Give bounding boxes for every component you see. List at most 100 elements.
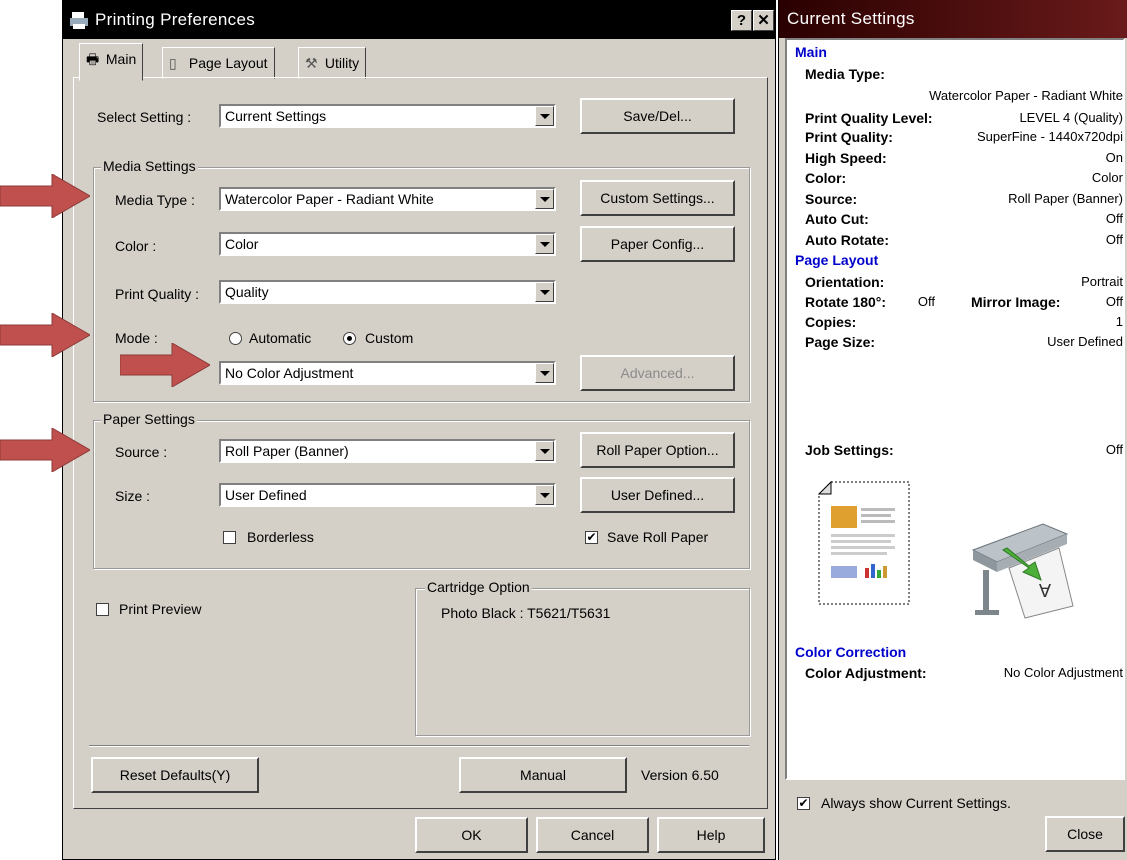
current-settings-window: Current Settings Main Media Type: Waterc… xyxy=(778,0,1127,860)
advanced-button[interactable]: Advanced... xyxy=(580,355,735,391)
wrench-icon: ⚒ xyxy=(305,55,318,71)
red-arrow-icon xyxy=(0,313,90,357)
select-setting-value: Current Settings xyxy=(225,108,327,124)
media-type-label: Media Type : xyxy=(115,192,195,208)
color-adjustment-dropdown[interactable]: No Color Adjustment xyxy=(219,361,556,385)
size-label: Size : xyxy=(115,488,151,504)
current-settings-title-bar[interactable]: Current Settings xyxy=(779,0,1127,38)
save-del-button[interactable]: Save/Del... xyxy=(580,98,735,134)
save-roll-paper-label[interactable]: Save Roll Paper xyxy=(607,529,708,545)
orientation-val: Portrait xyxy=(1081,274,1123,289)
media-type-key: Media Type: xyxy=(805,66,885,82)
help-button[interactable]: Help xyxy=(657,817,765,853)
color-dropdown[interactable]: Color xyxy=(219,232,556,256)
color-adjustment-val: No Color Adjustment xyxy=(1003,665,1123,680)
source-label: Source : xyxy=(115,444,168,460)
high-speed-key: High Speed: xyxy=(805,150,887,166)
job-settings-val: Off xyxy=(1105,442,1123,457)
current-settings-title: Current Settings xyxy=(787,9,915,28)
close-button[interactable]: Close xyxy=(1045,816,1125,852)
save-roll-paper-checkbox[interactable]: ✔ xyxy=(585,531,598,544)
paper-config-button[interactable]: Paper Config... xyxy=(580,226,735,262)
window-title: Printing Preferences xyxy=(95,10,256,29)
rotate-val: Off xyxy=(917,294,935,309)
reset-defaults-button[interactable]: Reset Defaults(Y) xyxy=(91,757,259,793)
chevron-down-icon[interactable] xyxy=(535,189,554,209)
tab-main-label: Main xyxy=(105,51,137,67)
help-title-button[interactable]: ? xyxy=(731,10,752,31)
borderless-label[interactable]: Borderless xyxy=(247,529,314,545)
auto-rotate-key: Auto Rotate: xyxy=(805,232,889,248)
auto-cut-key: Auto Cut: xyxy=(805,211,869,227)
high-speed-val: On xyxy=(1105,150,1123,165)
media-settings-legend: Media Settings xyxy=(101,158,198,174)
size-value: User Defined xyxy=(225,487,307,503)
red-arrow-icon xyxy=(120,343,210,387)
source-value: Roll Paper (Banner) xyxy=(225,443,349,459)
print-preview-label[interactable]: Print Preview xyxy=(119,601,201,617)
color-adjustment-value: No Color Adjustment xyxy=(225,365,354,381)
always-show-label[interactable]: Always show Current Settings. xyxy=(821,795,1011,811)
tab-page-layout-label: Page Layout xyxy=(188,55,268,71)
color-adjustment-key: Color Adjustment: xyxy=(805,665,927,681)
mode-automatic-label[interactable]: Automatic xyxy=(249,330,311,346)
title-bar[interactable]: Printing Preferences ? ✕ xyxy=(63,1,775,39)
select-setting-label: Select Setting : xyxy=(97,109,192,125)
color-val: Color xyxy=(1091,170,1123,185)
ok-button[interactable]: OK xyxy=(415,817,528,853)
always-show-checkbox[interactable]: ✔ xyxy=(797,797,810,810)
tab-page-layout[interactable]: ▯ Page Layout xyxy=(162,47,275,79)
printer-icon xyxy=(70,12,88,29)
page-size-val: User Defined xyxy=(1047,334,1123,349)
print-quality-dropdown[interactable]: Quality xyxy=(219,280,556,304)
plotter-icon: A xyxy=(971,523,1074,619)
size-dropdown[interactable]: User Defined xyxy=(219,483,556,507)
print-quality-label: Print Quality : xyxy=(115,286,200,302)
select-setting-dropdown[interactable]: Current Settings xyxy=(219,104,556,128)
print-quality-value: Quality xyxy=(225,284,269,300)
borderless-checkbox[interactable] xyxy=(223,531,236,544)
cartridge-option-legend: Cartridge Option xyxy=(425,579,532,595)
mode-custom-label[interactable]: Custom xyxy=(365,330,413,346)
printer-tab-icon: 🖶 xyxy=(86,51,100,67)
main-section-header: Main xyxy=(795,44,827,60)
pq-val: SuperFine - 1440x720dpi xyxy=(977,129,1123,144)
pq-level-key: Print Quality Level: xyxy=(805,110,933,126)
pq-level-val: LEVEL 4 (Quality) xyxy=(1019,110,1123,125)
pq-key: Print Quality: xyxy=(805,129,893,145)
color-correction-section-header: Color Correction xyxy=(795,644,907,660)
chevron-down-icon[interactable] xyxy=(535,441,554,461)
copies-key: Copies: xyxy=(805,314,857,330)
red-arrow-icon xyxy=(0,174,90,218)
paper-settings-legend: Paper Settings xyxy=(101,411,197,427)
page-layout-section-header: Page Layout xyxy=(795,252,879,268)
source-dropdown[interactable]: Roll Paper (Banner) xyxy=(219,439,556,463)
media-type-dropdown[interactable]: Watercolor Paper - Radiant White xyxy=(219,187,556,211)
close-title-button[interactable]: ✕ xyxy=(753,10,774,31)
tab-utility-label: Utility xyxy=(324,55,360,71)
version-text: Version 6.50 xyxy=(641,767,719,783)
tab-main[interactable]: 🖶 Main xyxy=(79,43,144,81)
manual-button[interactable]: Manual xyxy=(459,757,627,793)
copies-val: 1 xyxy=(1115,314,1123,329)
printing-preferences-window: Printing Preferences ? ✕ 🖶 Main ▯ Page L… xyxy=(62,0,776,860)
chevron-down-icon[interactable] xyxy=(535,363,554,383)
roll-paper-option-button[interactable]: Roll Paper Option... xyxy=(580,432,735,468)
chevron-down-icon[interactable] xyxy=(535,282,554,302)
auto-rotate-val: Off xyxy=(1105,232,1123,247)
chevron-down-icon[interactable] xyxy=(535,485,554,505)
custom-settings-button[interactable]: Custom Settings... xyxy=(580,180,735,216)
chevron-down-icon[interactable] xyxy=(535,106,554,126)
print-preview-checkbox[interactable] xyxy=(96,603,109,616)
mirror-val: Off xyxy=(1105,294,1123,309)
mode-custom-radio[interactable] xyxy=(343,332,356,345)
cartridge-option-text: Photo Black : T5621/T5631 xyxy=(441,605,611,621)
page-icon: ▯ xyxy=(169,55,177,71)
mode-automatic-radio[interactable] xyxy=(229,332,242,345)
auto-cut-val: Off xyxy=(1105,211,1123,226)
cancel-button[interactable]: Cancel xyxy=(536,817,649,853)
tab-utility[interactable]: ⚒ Utility xyxy=(298,47,367,79)
divider xyxy=(89,745,749,747)
user-defined-button[interactable]: User Defined... xyxy=(580,477,735,513)
chevron-down-icon[interactable] xyxy=(535,234,554,254)
